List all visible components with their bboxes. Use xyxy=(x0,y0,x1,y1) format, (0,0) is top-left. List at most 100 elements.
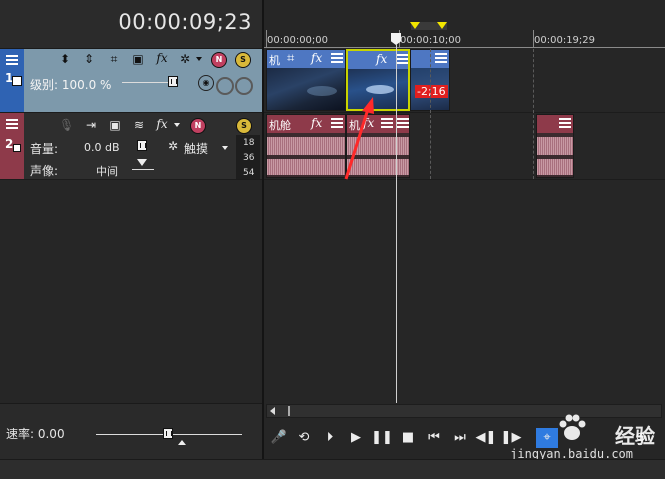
ruler-label-2: 00:00:19;29 xyxy=(534,35,596,46)
menu-icon[interactable] xyxy=(6,119,18,129)
pan-slider-thumb[interactable] xyxy=(137,159,147,166)
fx-icon[interactable]: fx xyxy=(311,51,322,65)
status-bar xyxy=(0,459,665,479)
fx-icon[interactable]: fx xyxy=(376,52,387,66)
menu-icon[interactable] xyxy=(559,118,571,128)
ruler-baseline xyxy=(264,47,665,48)
rate-label: 速率: 0.00 xyxy=(6,427,65,441)
scrollbar-thumb[interactable] xyxy=(288,406,290,416)
playhead-line xyxy=(396,180,397,403)
fx-icon[interactable]: fx xyxy=(155,117,169,131)
loop-start-marker[interactable] xyxy=(410,22,420,29)
invert-phase-icon[interactable]: ⇥ xyxy=(84,118,98,132)
child-composite-icon[interactable] xyxy=(235,77,253,95)
loop-playback-icon[interactable]: ⟲ xyxy=(293,428,315,448)
video-clip[interactable]: 机 ⌗ fx xyxy=(266,49,346,111)
annotation-arrow xyxy=(344,97,374,180)
go-to-end-icon[interactable]: ⏭ xyxy=(449,428,471,448)
ruler-tick xyxy=(266,30,267,47)
record-icon[interactable]: 🎤 xyxy=(268,428,290,448)
watermark-text: 经验 xyxy=(615,424,655,448)
chevron-down-icon[interactable] xyxy=(222,146,228,150)
solo-icon[interactable]: S xyxy=(236,118,252,134)
menu-icon[interactable] xyxy=(397,118,409,128)
video-track-header[interactable]: 1 ⬍ ⇕ ⌗ ▣ fx ✲ N S 级别: 100.0 % ◉ xyxy=(0,49,262,113)
mute-icon[interactable]: N xyxy=(211,52,227,68)
rate-slider-thumb[interactable] xyxy=(163,428,173,439)
volume-slider-thumb[interactable] xyxy=(137,140,147,151)
marker-line xyxy=(430,49,431,179)
menu-icon[interactable] xyxy=(381,118,393,128)
play-from-start-icon[interactable]: ⏵ xyxy=(319,428,341,448)
ruler-label-1: 00:00:10;00 xyxy=(400,35,462,46)
loop-end-marker[interactable] xyxy=(437,22,447,29)
track-motion-icon[interactable]: ⌗ xyxy=(107,52,121,66)
ruler-label-0: 00:00:00;00 xyxy=(267,35,329,46)
waveform-bottom xyxy=(537,159,573,175)
meter-scale-54: 54 xyxy=(243,168,255,178)
volume-value[interactable]: 0.0 dB xyxy=(84,141,120,154)
crop-icon[interactable]: ▣ xyxy=(131,52,145,66)
timeline-ruler[interactable]: 00:00:00;00 00:00:10;00 00:00:19;29 xyxy=(264,0,665,48)
meter-scale-36: 36 xyxy=(243,153,255,163)
menu-icon[interactable] xyxy=(435,53,447,63)
menu-icon[interactable] xyxy=(6,55,18,65)
level-slider-thumb[interactable] xyxy=(168,76,178,87)
clip-title: 机舱 xyxy=(269,119,291,132)
next-frame-icon[interactable]: ❚▶ xyxy=(500,428,522,448)
chevron-down-icon[interactable] xyxy=(174,123,180,127)
previous-frame-icon[interactable]: ◀❚ xyxy=(475,428,497,448)
automation-icon[interactable]: ✲ xyxy=(166,139,180,153)
compositing-icon[interactable]: ✲ xyxy=(178,52,192,66)
level-label: 级别: 100.0 % xyxy=(30,78,112,92)
clip-thumbnail xyxy=(267,68,345,110)
ruler-tick xyxy=(533,30,534,47)
marker-line xyxy=(533,49,534,179)
track-list-empty-area[interactable] xyxy=(0,180,262,402)
play-icon[interactable]: ▶ xyxy=(345,428,367,448)
video-track-icon xyxy=(12,76,22,86)
timeline-empty-area[interactable] xyxy=(264,180,665,402)
solo-icon[interactable]: S xyxy=(235,52,251,68)
pan-label: 声像: xyxy=(30,164,59,178)
audio-clip[interactable] xyxy=(536,114,574,178)
eq-icon[interactable]: ≋ xyxy=(132,118,146,132)
fx-icon[interactable]: fx xyxy=(311,116,322,130)
mute-icon[interactable]: N xyxy=(190,118,206,134)
menu-icon[interactable] xyxy=(396,54,408,64)
volume-label: 音量: xyxy=(30,142,59,156)
collapse-icon[interactable]: ⇕ xyxy=(82,52,96,66)
crop-icon[interactable]: ▣ xyxy=(108,118,122,132)
waveform-bottom xyxy=(267,159,345,175)
track-height-icon[interactable]: ⬍ xyxy=(58,52,72,66)
pause-icon[interactable]: ❚❚ xyxy=(371,428,393,448)
menu-icon[interactable] xyxy=(331,53,343,63)
pan-value[interactable]: 中间 xyxy=(96,163,118,179)
parent-composite-icon[interactable] xyxy=(216,77,234,95)
audio-track-header[interactable]: 2 🎙 ⇥ ▣ ≋ fx N S 音量: 0.0 dB ✲ 触摸 声像: 中间 … xyxy=(0,113,262,180)
waveform-top xyxy=(537,137,573,155)
crop-icon[interactable]: ⌗ xyxy=(287,51,294,66)
rate-center-marker xyxy=(178,440,186,445)
scroll-left-icon[interactable] xyxy=(270,407,275,415)
stop-icon[interactable]: ■ xyxy=(397,428,419,448)
meter-scale-18: 18 xyxy=(243,138,255,148)
clip-title: 机 xyxy=(269,54,280,67)
offset-badge: -2;16 xyxy=(415,85,448,98)
rate-panel: 速率: 0.00 xyxy=(0,403,262,460)
waveform-top xyxy=(267,137,345,155)
record-arm-icon[interactable]: 🎙 xyxy=(59,118,74,132)
chevron-down-icon[interactable] xyxy=(196,57,202,61)
automation-mode-label[interactable]: 触摸 xyxy=(184,140,208,157)
audio-clip[interactable]: 机舱 fx xyxy=(266,114,346,178)
composite-mode-icon[interactable]: ◉ xyxy=(198,75,214,91)
baidu-paw-logo xyxy=(559,414,586,440)
timecode-display: 00:00:09;23 xyxy=(118,10,252,34)
fx-icon[interactable]: fx xyxy=(155,51,169,65)
audio-track-icon xyxy=(13,144,21,152)
go-to-start-icon[interactable]: ⏮ xyxy=(423,428,445,448)
horizontal-scrollbar[interactable] xyxy=(266,404,662,418)
timecode-panel: 00:00:09;23 xyxy=(0,0,262,49)
pan-slider-track[interactable] xyxy=(132,169,154,170)
snap-icon[interactable]: ⌖ xyxy=(536,428,558,448)
